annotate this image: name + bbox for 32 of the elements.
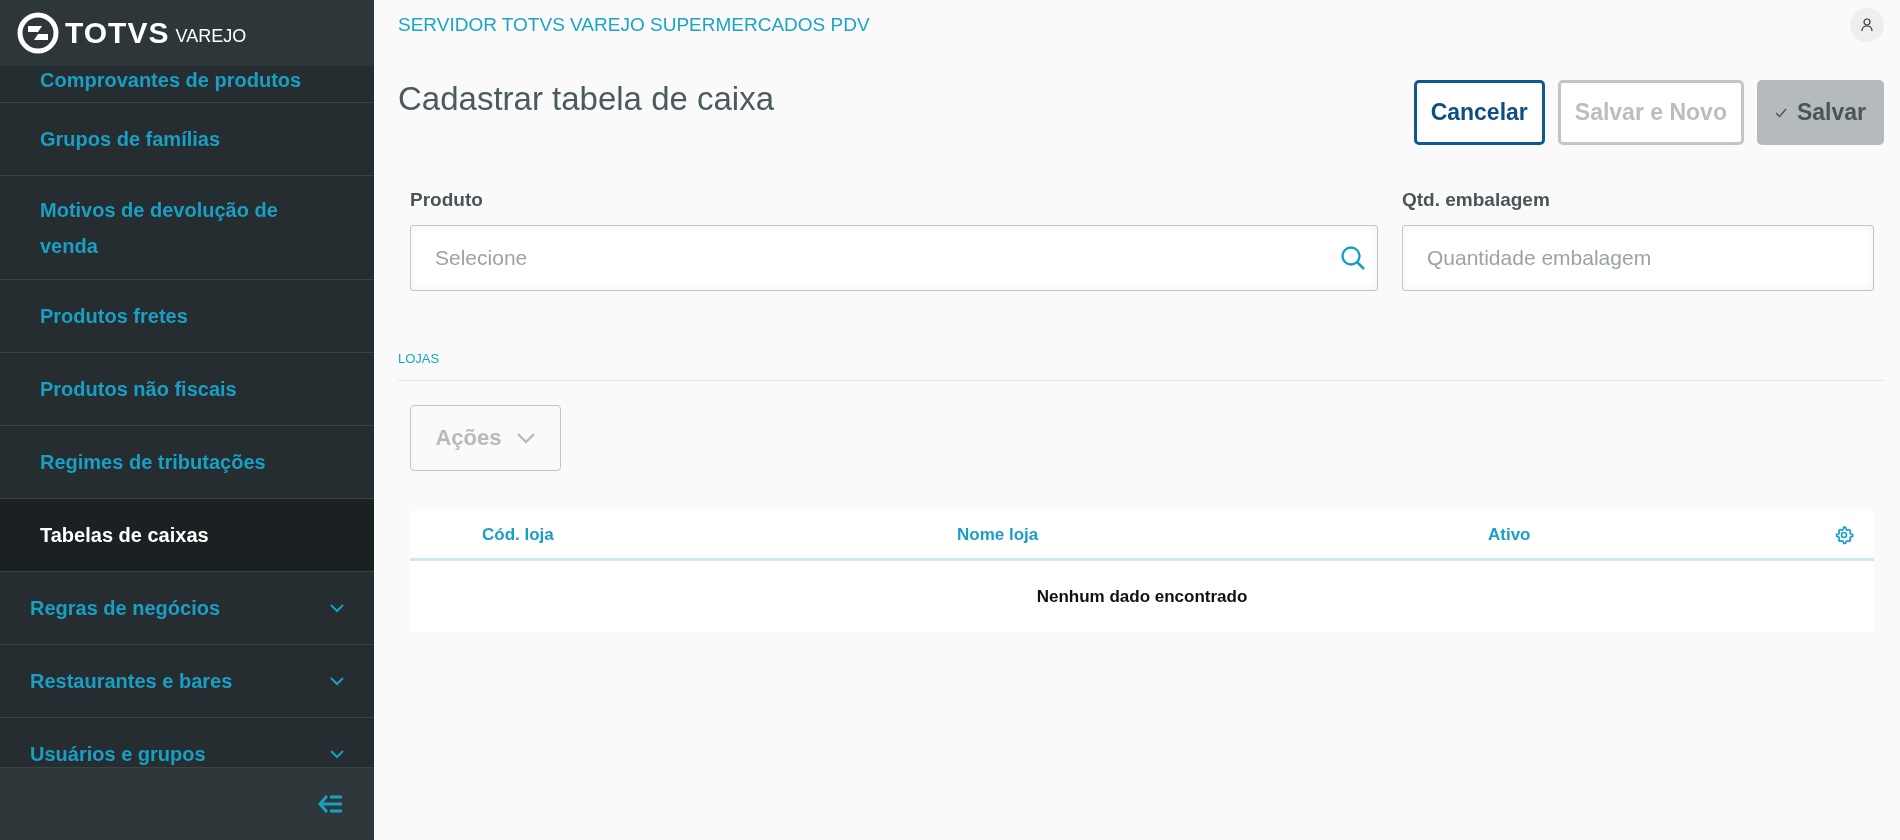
- settings-icon[interactable]: [1834, 524, 1854, 545]
- server-title: SERVIDOR TOTVS VAREJO SUPERMERCADOS PDV: [398, 14, 870, 36]
- check-icon: [1774, 107, 1787, 118]
- field-label: Qtd. embalagem: [1402, 189, 1551, 211]
- section-title: LOJAS: [398, 351, 441, 366]
- sidebar-group-label: Restaurantes e bares: [30, 669, 233, 693]
- sidebar-item[interactable]: Produtos fretes: [0, 280, 374, 353]
- column-header[interactable]: Cód. loja: [482, 524, 957, 545]
- user-avatar[interactable]: [1850, 8, 1884, 42]
- column-header[interactable]: Nome loja: [957, 524, 1488, 545]
- sidebar-item[interactable]: Tabelas de caixas: [0, 499, 374, 572]
- input-field[interactable]: Quantidade embalagem: [1402, 225, 1874, 291]
- sidebar-item[interactable]: Grupos de famílias: [0, 103, 374, 176]
- logo-icon: [17, 12, 59, 54]
- empty-message: Nenhum dado encontrado: [1035, 585, 1249, 608]
- user-icon: [1861, 18, 1873, 32]
- sidebar-group[interactable]: Restaurantes e bares: [0, 645, 374, 718]
- product-name: VAREJO: [175, 25, 247, 47]
- brand-name: TOTVS: [65, 16, 170, 50]
- chevron-icon: [515, 432, 536, 444]
- column-header[interactable]: Ativo: [1488, 524, 1834, 545]
- collapse-menu-icon[interactable]: [318, 794, 344, 814]
- action-button[interactable]: Cancelar: [1413, 80, 1545, 145]
- sidebar-group-label: Usuários e grupos: [30, 742, 206, 766]
- page-title: Cadastrar tabela de caixa: [398, 80, 775, 118]
- sidebar-group-label: Regras de negócios: [30, 596, 221, 620]
- sidebar-group[interactable]: Regras de negócios: [0, 572, 374, 645]
- search-icon[interactable]: [1340, 245, 1366, 271]
- product-lookup-field[interactable]: Selecione: [410, 225, 1378, 291]
- sidebar-item[interactable]: Motivos de devolução de venda: [0, 176, 374, 280]
- sidebar-item[interactable]: Produtos não fiscais: [0, 353, 374, 426]
- field-label: Produto: [410, 189, 484, 211]
